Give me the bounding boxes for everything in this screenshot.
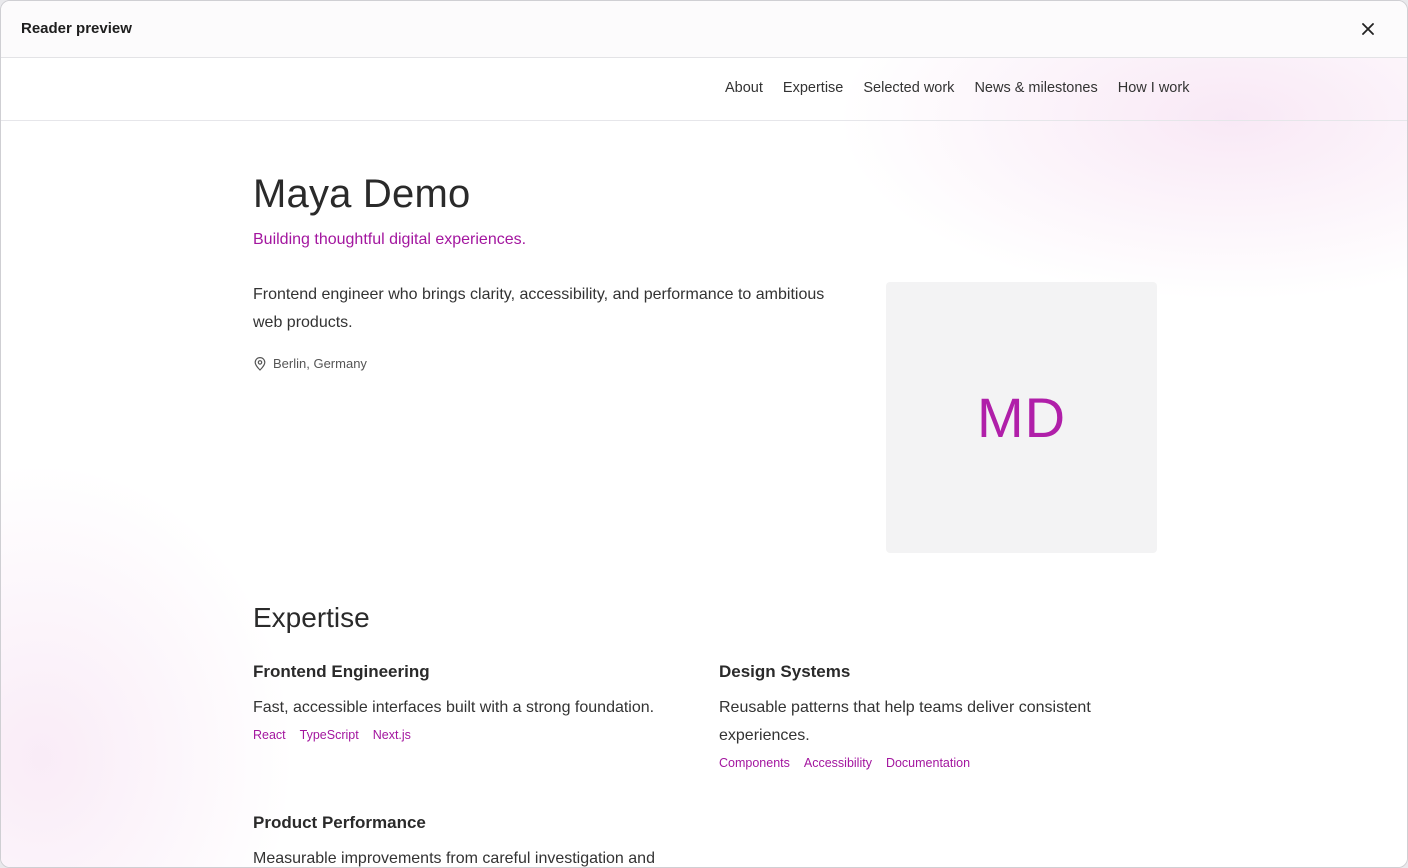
expertise-card-title: Design Systems xyxy=(719,662,851,681)
expertise-heading: Expertise xyxy=(253,602,370,633)
expertise-card-title: Frontend Engineering xyxy=(253,662,430,681)
tag-typescript[interactable]: TypeScript xyxy=(300,728,359,742)
nav-link-about[interactable]: About xyxy=(725,80,763,96)
avatar: MD xyxy=(886,282,1157,553)
tag-react[interactable]: React xyxy=(253,728,286,742)
tag-components[interactable]: Components xyxy=(719,756,790,770)
nav-link-expertise[interactable]: Expertise xyxy=(783,80,843,96)
expertise-card-description: Reusable patterns that help teams delive… xyxy=(719,699,1091,744)
tag-list: React TypeScript Next.js xyxy=(253,728,693,742)
close-button[interactable] xyxy=(1357,18,1379,40)
location-text: Berlin, Germany xyxy=(273,356,367,371)
tag-list: Components Accessibility Documentation xyxy=(719,756,1139,770)
tag-accessibility[interactable]: Accessibility xyxy=(804,756,872,770)
profile-name: Maya Demo xyxy=(253,172,471,216)
nav-links: About Expertise Selected work News & mil… xyxy=(725,80,1189,96)
nav-link-news-milestones[interactable]: News & milestones xyxy=(974,80,1097,96)
expertise-card-title: Product Performance xyxy=(253,813,426,832)
tag-nextjs[interactable]: Next.js xyxy=(373,728,411,742)
expertise-card-performance: Product Performance Measurable improveme… xyxy=(253,813,693,867)
expertise-card-design-systems: Design Systems Reusable patterns that he… xyxy=(719,662,1139,770)
title-bar: Reader preview xyxy=(1,1,1407,58)
close-icon xyxy=(1362,23,1374,35)
avatar-initials: MD xyxy=(976,386,1067,449)
nav-link-selected-work[interactable]: Selected work xyxy=(863,80,954,96)
map-pin-icon xyxy=(254,356,266,371)
reader-preview-window: Reader preview About Expertise Selected … xyxy=(0,0,1408,868)
top-navigation: About Expertise Selected work News & mil… xyxy=(1,58,1407,121)
preview-content[interactable]: About Expertise Selected work News & mil… xyxy=(1,58,1407,867)
profile-location: Berlin, Germany xyxy=(253,356,367,371)
profile-bio: Frontend engineer who brings clarity, ac… xyxy=(253,286,825,331)
window-title: Reader preview xyxy=(21,20,132,37)
expertise-card-description: Fast, accessible interfaces built with a… xyxy=(253,699,655,716)
expertise-card-description: Measurable improvements from careful inv… xyxy=(253,850,655,867)
expertise-card-frontend: Frontend Engineering Fast, accessible in… xyxy=(253,662,693,742)
nav-link-how-i-work[interactable]: How I work xyxy=(1118,80,1190,96)
tag-documentation[interactable]: Documentation xyxy=(886,756,970,770)
profile-tagline: Building thoughtful digital experiences. xyxy=(253,231,527,248)
